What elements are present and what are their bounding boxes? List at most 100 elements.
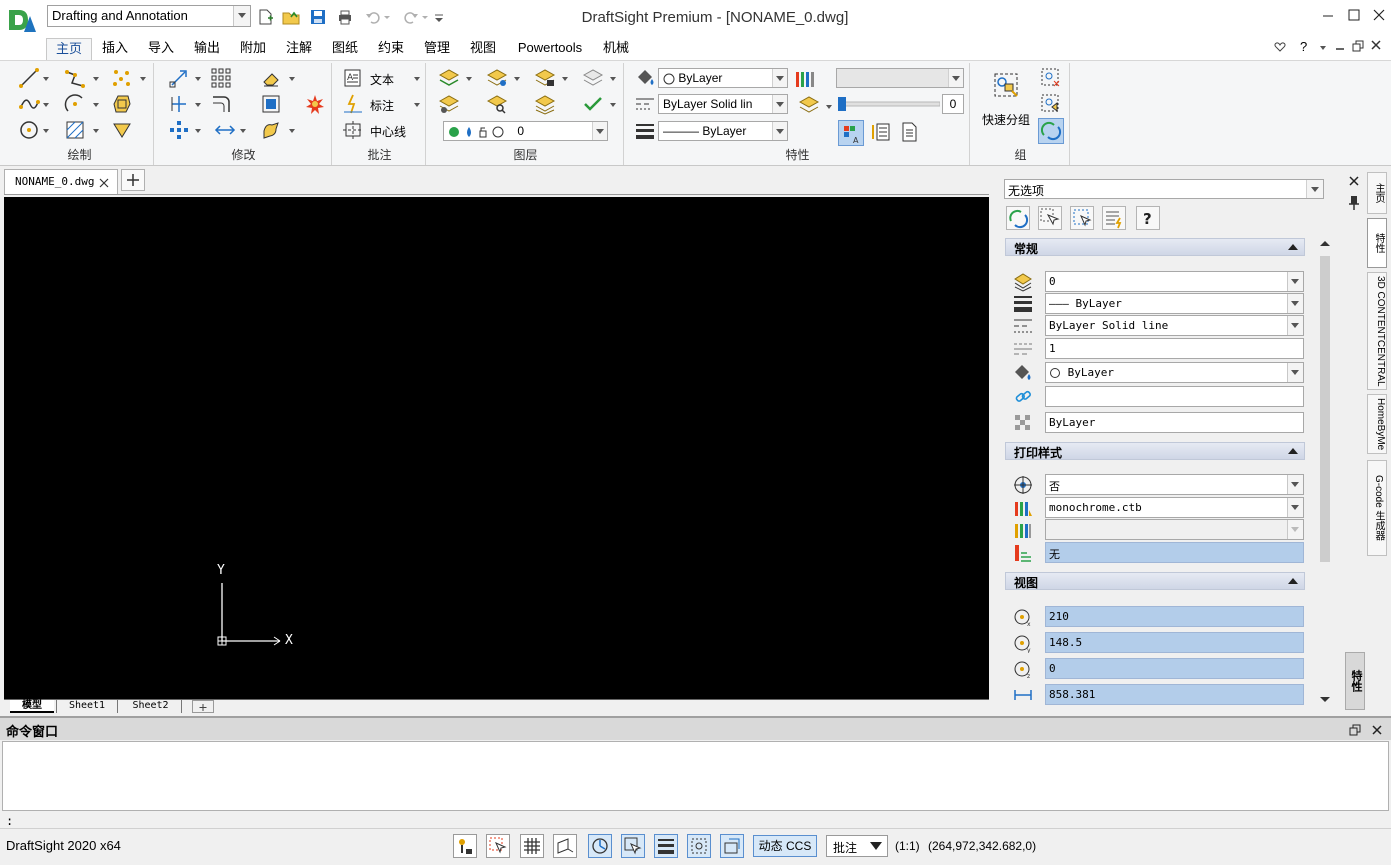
selection-filter-combo[interactable]: 无选项: [1004, 179, 1324, 199]
command-prompt[interactable]: :: [6, 814, 13, 828]
tab-import[interactable]: 导入: [142, 38, 180, 60]
sheet-tab-sheet1[interactable]: Sheet1: [56, 700, 118, 713]
section-general-header[interactable]: 常规: [1005, 238, 1305, 256]
save-icon[interactable]: [309, 8, 327, 26]
print-icon[interactable]: [336, 8, 354, 26]
close-palette-icon[interactable]: [1347, 174, 1361, 188]
move-tool-chevron-icon[interactable]: [195, 77, 201, 81]
property-layer-combo[interactable]: 0: [1045, 271, 1304, 292]
sheet-tab-model[interactable]: 模型: [10, 700, 54, 713]
layer-isolate-icon[interactable]: [582, 67, 604, 89]
add-document-tab-button[interactable]: [121, 169, 145, 191]
property-center-z-value[interactable]: 0: [1045, 658, 1304, 679]
restore-command-window-icon[interactable]: [1349, 724, 1361, 736]
palette-scrollbar[interactable]: [1317, 240, 1333, 705]
quick-group-label[interactable]: 快速分组: [982, 111, 1030, 128]
side-tab-home[interactable]: 主页: [1367, 172, 1387, 214]
linestyle-icon[interactable]: [634, 93, 656, 115]
property-print-table-combo[interactable]: monochrome.ctb: [1045, 497, 1304, 518]
layer-apply-chevron-icon[interactable]: [610, 103, 616, 107]
ribbon-minimize-icon[interactable]: [1334, 39, 1346, 53]
layer-isolate-chevron-icon[interactable]: [610, 77, 616, 81]
drawing-canvas[interactable]: Y X: [4, 197, 989, 699]
spline-tool-chevron-icon[interactable]: [43, 103, 49, 107]
line-tool-icon[interactable]: [18, 67, 40, 89]
edit-hand-tool-icon[interactable]: [260, 119, 282, 141]
show-lineweight-icon[interactable]: [654, 834, 678, 858]
centerline-tool-label[interactable]: 中心线: [370, 123, 406, 140]
ortho-mode-icon[interactable]: [553, 834, 577, 858]
tab-view[interactable]: 视图: [464, 38, 502, 60]
tab-insert[interactable]: 插入: [96, 38, 134, 60]
property-transparency-input[interactable]: ByLayer: [1045, 412, 1304, 433]
undo-icon[interactable]: [364, 8, 390, 26]
properties-list-icon[interactable]: [870, 121, 892, 143]
pattern-tool-chevron-icon[interactable]: [195, 129, 201, 133]
array-tool-icon[interactable]: [210, 67, 232, 89]
line-tool-chevron-icon[interactable]: [43, 77, 49, 81]
select-objects-icon[interactable]: [1038, 206, 1062, 230]
property-color-combo[interactable]: ByLayer: [1045, 362, 1304, 383]
stretch-tool-icon[interactable]: [214, 119, 236, 141]
ribbon-restore-icon[interactable]: [1352, 40, 1364, 52]
section-print-header[interactable]: 打印样式: [1005, 442, 1305, 460]
tab-powertools[interactable]: Powertools: [512, 38, 588, 60]
tab-sheet[interactable]: 图纸: [326, 38, 364, 60]
layer-lock-icon[interactable]: [534, 67, 556, 89]
add-sheet-button[interactable]: [192, 700, 214, 713]
polyline-tool-icon[interactable]: [64, 67, 86, 89]
polygon-tool-icon[interactable]: [111, 93, 133, 115]
entity-snap-icon[interactable]: [621, 834, 645, 858]
spline-tool-icon[interactable]: [18, 93, 40, 115]
close-tab-icon[interactable]: [98, 177, 110, 189]
polyline-tool-chevron-icon[interactable]: [93, 77, 99, 81]
ribbon-close-icon[interactable]: [1370, 39, 1382, 51]
layer-find-icon[interactable]: [486, 93, 508, 115]
dimension-tool-icon[interactable]: [342, 93, 364, 115]
quick-select-icon[interactable]: [1070, 206, 1094, 230]
group-edit-icon[interactable]: [1040, 67, 1062, 89]
layer-new-chevron-icon[interactable]: [514, 77, 520, 81]
pin-palette-icon[interactable]: [1347, 194, 1361, 210]
annotation-scale-combo[interactable]: 批注: [826, 835, 888, 857]
document-tab[interactable]: NONAME_0.dwg: [4, 169, 118, 194]
dynamic-ccs-button[interactable]: 动态 CCS: [753, 835, 817, 857]
tab-mechanical[interactable]: 机械: [596, 38, 636, 60]
layer-manager-icon[interactable]: [438, 67, 460, 89]
color-bucket-icon[interactable]: [634, 67, 656, 89]
help-question-icon[interactable]: ?: [1136, 206, 1160, 230]
eraser-tool-chevron-icon[interactable]: [289, 77, 295, 81]
dimension-tool-chevron-icon[interactable]: [414, 103, 420, 107]
redo-icon[interactable]: [402, 8, 428, 26]
properties-sheet-icon[interactable]: [898, 121, 920, 143]
command-history[interactable]: [2, 741, 1389, 811]
centerline-tool-icon[interactable]: [342, 119, 364, 141]
group-selection-toggle-icon[interactable]: [1038, 118, 1064, 144]
property-linescale-input[interactable]: 1: [1045, 338, 1304, 359]
quick-properties-icon[interactable]: [1102, 206, 1126, 230]
hatch-tool-chevron-icon[interactable]: [93, 129, 99, 133]
property-print-style-combo[interactable]: 否: [1045, 474, 1304, 495]
property-linestyle-combo[interactable]: ByLayer Solid line: [1045, 315, 1304, 336]
color-bars-icon[interactable]: [794, 68, 816, 90]
layer-settings-icon[interactable]: [438, 93, 460, 115]
sheet-tab-sheet2[interactable]: Sheet2: [120, 700, 182, 713]
help-menu-chevron-icon[interactable]: [1320, 46, 1326, 50]
text-tool-icon[interactable]: A: [342, 67, 364, 89]
minimize-button[interactable]: [1317, 4, 1339, 26]
side-tab-properties[interactable]: 特性: [1367, 218, 1387, 268]
dimension-tool-label[interactable]: 标注: [370, 97, 394, 114]
arc-tool-icon[interactable]: [64, 93, 86, 115]
layer-new-icon[interactable]: [486, 67, 508, 89]
transparency-value[interactable]: 0: [942, 94, 964, 114]
side-tab-3d-contentcentral[interactable]: 3D CONTENTCENTRAL: [1367, 272, 1387, 390]
workspace-selector[interactable]: Drafting and Annotation: [47, 5, 251, 27]
transparency-mode-combo[interactable]: [836, 68, 964, 88]
point-tool-icon[interactable]: [111, 67, 133, 89]
layer-manager-chevron-icon[interactable]: [466, 77, 472, 81]
linestyle-combo[interactable]: ByLayer Solid lin: [658, 94, 788, 114]
wipeout-tool-icon[interactable]: [111, 119, 133, 141]
color-combo[interactable]: ByLayer: [658, 68, 788, 88]
tab-annotate[interactable]: 注解: [280, 38, 318, 60]
fillet-tool-icon[interactable]: [210, 93, 232, 115]
